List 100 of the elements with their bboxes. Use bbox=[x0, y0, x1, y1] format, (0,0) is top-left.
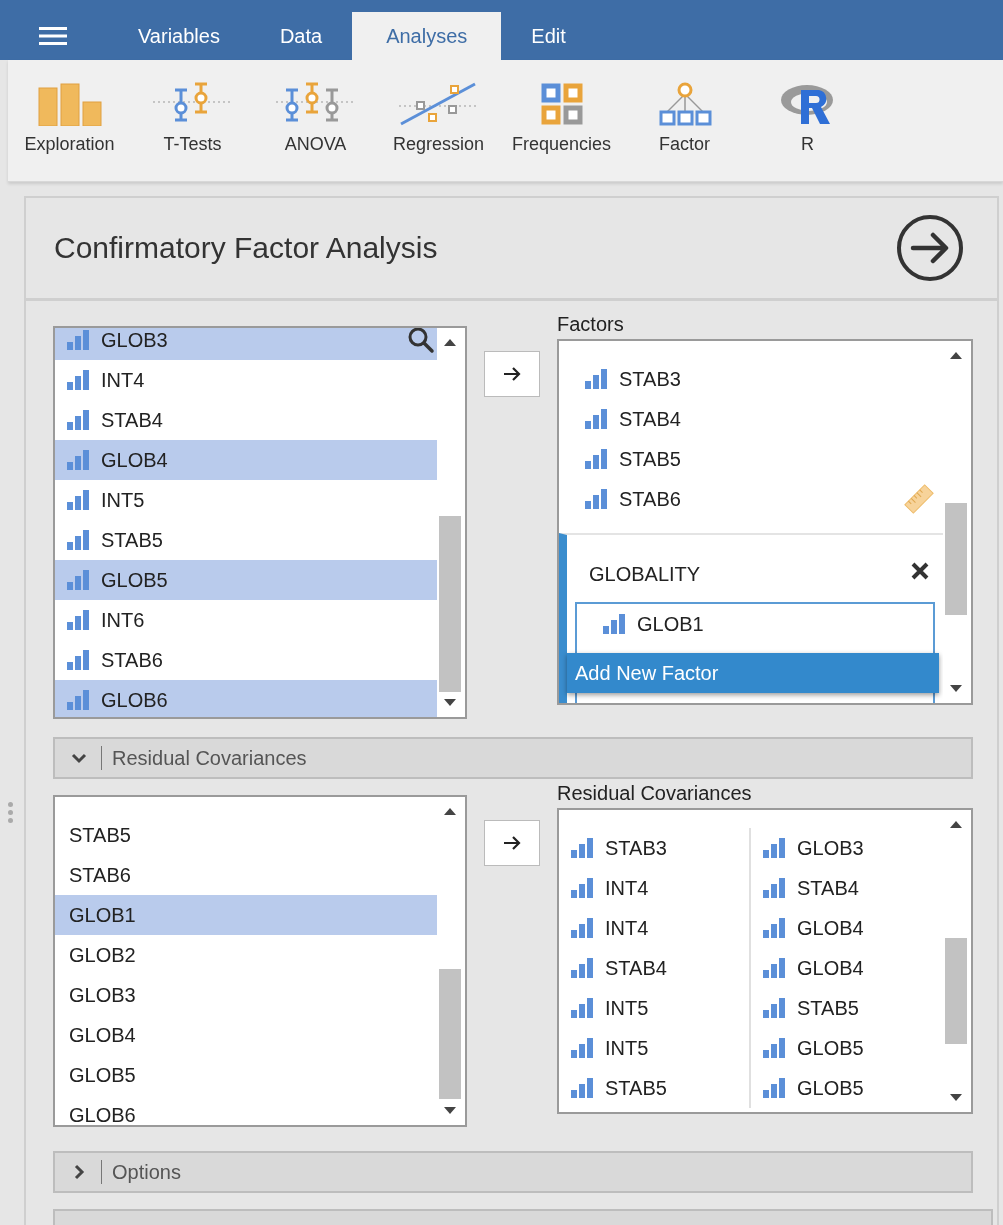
scroll-thumb[interactable] bbox=[439, 969, 462, 1099]
arrow-right-icon bbox=[502, 366, 523, 382]
variable-item[interactable]: INT4 bbox=[559, 868, 751, 908]
variable-name: INT4 bbox=[605, 876, 649, 900]
menu-tab[interactable]: Variables bbox=[108, 12, 250, 60]
variable-name: STAB5 bbox=[101, 528, 163, 552]
scroll-thumb[interactable] bbox=[945, 503, 967, 615]
resize-handle[interactable] bbox=[8, 802, 13, 823]
variable-item[interactable]: STAB6 bbox=[559, 479, 943, 519]
variable-item[interactable]: STAB5 bbox=[559, 439, 943, 479]
variable-item[interactable]: STAB3 bbox=[559, 359, 943, 399]
variable-name: INT4 bbox=[101, 368, 145, 392]
variable-name: STAB3 bbox=[619, 367, 681, 391]
analysis-button[interactable]: Frequencies bbox=[500, 82, 623, 172]
variable-item[interactable]: GLOB5 bbox=[751, 1028, 943, 1068]
scroll-up-icon[interactable] bbox=[950, 351, 962, 359]
variable-icon bbox=[67, 530, 89, 550]
variable-item[interactable]: GLOB3 bbox=[55, 975, 438, 1015]
variable-item[interactable]: INT5 bbox=[559, 1028, 751, 1068]
analysis-button[interactable]: Exploration bbox=[8, 82, 131, 172]
variable-item[interactable]: GLOB5 bbox=[751, 1068, 943, 1108]
variable-icon bbox=[585, 369, 607, 389]
variable-item[interactable]: STAB6 bbox=[55, 640, 438, 680]
variable-item[interactable]: GLOB4 bbox=[55, 440, 438, 480]
variable-item[interactable]: INT5 bbox=[55, 480, 438, 520]
variable-item[interactable]: STAB5 bbox=[559, 1068, 751, 1108]
variable-icon bbox=[67, 370, 89, 390]
scroll-up-icon[interactable] bbox=[950, 820, 962, 828]
variable-item[interactable]: STAB4 bbox=[751, 868, 943, 908]
variable-item[interactable]: GLOB2 bbox=[55, 935, 438, 975]
section-header[interactable]: Residual Covariances bbox=[53, 737, 973, 779]
variable-item[interactable]: STAB4 bbox=[559, 399, 943, 439]
variable-item[interactable]: STAB4 bbox=[559, 948, 751, 988]
variable-item[interactable]: GLOB5 bbox=[55, 1055, 438, 1095]
variable-icon bbox=[67, 570, 89, 590]
variable-item[interactable]: STAB5 bbox=[55, 815, 438, 855]
scroll-thumb[interactable] bbox=[439, 516, 462, 692]
variable-name: STAB4 bbox=[101, 408, 163, 432]
variable-item[interactable]: GLOB3 bbox=[55, 328, 438, 360]
scroll-down-icon[interactable] bbox=[950, 685, 962, 693]
variable-item[interactable]: STAB5 bbox=[751, 988, 943, 1028]
variable-item[interactable]: INT5 bbox=[559, 988, 751, 1028]
bar-chart-icon bbox=[36, 82, 103, 126]
add-new-factor-button[interactable]: Add New Factor bbox=[567, 653, 939, 693]
variable-item[interactable]: STAB4 bbox=[55, 400, 438, 440]
variable-item[interactable]: STAB6 bbox=[55, 855, 438, 895]
variable-item[interactable]: GLOB6 bbox=[55, 1095, 438, 1125]
scroll-thumb[interactable] bbox=[945, 938, 967, 1044]
variable-name: INT4 bbox=[605, 916, 649, 940]
variable-item[interactable]: INT4 bbox=[55, 360, 438, 400]
analysis-button[interactable]: ANOVA bbox=[254, 82, 377, 172]
variable-name: GLOB4 bbox=[797, 916, 864, 940]
variable-icon bbox=[763, 1038, 785, 1058]
variable-icon bbox=[571, 1078, 593, 1098]
variable-item[interactable]: INT6 bbox=[55, 600, 438, 640]
variable-item[interactable]: GLOB4 bbox=[751, 908, 943, 948]
analysis-button[interactable]: Regression bbox=[377, 82, 500, 172]
analysis-title: Confirmatory Factor Analysis bbox=[54, 231, 438, 265]
variable-item[interactable]: STAB3 bbox=[559, 828, 751, 868]
variable-item[interactable]: GLOB3 bbox=[751, 828, 943, 868]
scroll-down-icon[interactable] bbox=[444, 1107, 457, 1115]
arrow-circle-icon[interactable] bbox=[895, 213, 965, 283]
variable-name: GLOB4 bbox=[797, 956, 864, 980]
variable-item[interactable]: STAB5 bbox=[55, 520, 438, 560]
variable-name: STAB5 bbox=[797, 996, 859, 1020]
variable-item[interactable]: INT4 bbox=[559, 908, 751, 948]
analysis-button[interactable]: T-Tests bbox=[131, 82, 254, 172]
scroll-down-icon[interactable] bbox=[444, 699, 457, 707]
variable-icon bbox=[763, 998, 785, 1018]
variable-icon bbox=[585, 449, 607, 469]
variable-item[interactable]: GLOB4 bbox=[55, 1015, 438, 1055]
variable-name: STAB5 bbox=[605, 1076, 667, 1100]
move-arrow-button[interactable] bbox=[484, 351, 541, 397]
variable-name: GLOB5 bbox=[797, 1036, 864, 1060]
menu-tab[interactable]: Data bbox=[249, 12, 353, 60]
variable-name: STAB6 bbox=[619, 487, 681, 511]
scroll-up-icon[interactable] bbox=[444, 338, 457, 346]
scroll-down-icon[interactable] bbox=[950, 1094, 962, 1102]
variable-icon bbox=[585, 409, 607, 429]
variable-item[interactable]: GLOB1 bbox=[55, 895, 438, 935]
variable-item[interactable]: GLOB6 bbox=[55, 680, 438, 717]
menu-tab[interactable]: Edit bbox=[501, 12, 596, 60]
variable-item[interactable]: GLOB5 bbox=[55, 560, 438, 600]
move-arrow-button[interactable] bbox=[484, 820, 541, 866]
variable-item[interactable]: GLOB4 bbox=[751, 948, 943, 988]
scroll-up-icon[interactable] bbox=[444, 807, 457, 815]
variable-name: INT5 bbox=[605, 1036, 649, 1060]
search-icon[interactable] bbox=[407, 328, 436, 354]
analysis-button[interactable]: Factor bbox=[623, 82, 746, 172]
factor-name[interactable]: GLOBALITY bbox=[589, 555, 701, 586]
variable-icon bbox=[67, 690, 89, 710]
variable-icon bbox=[763, 878, 785, 898]
close-icon[interactable] bbox=[911, 561, 929, 580]
analysis-button[interactable]: R bbox=[746, 82, 869, 172]
variable-icon bbox=[571, 998, 593, 1018]
variable-icon bbox=[571, 958, 593, 978]
variable-item[interactable]: GLOB1 bbox=[577, 604, 933, 644]
grid-squares-icon bbox=[539, 82, 584, 126]
menu-tab[interactable]: Analyses bbox=[352, 12, 502, 60]
section-header[interactable]: Options bbox=[53, 1151, 973, 1193]
